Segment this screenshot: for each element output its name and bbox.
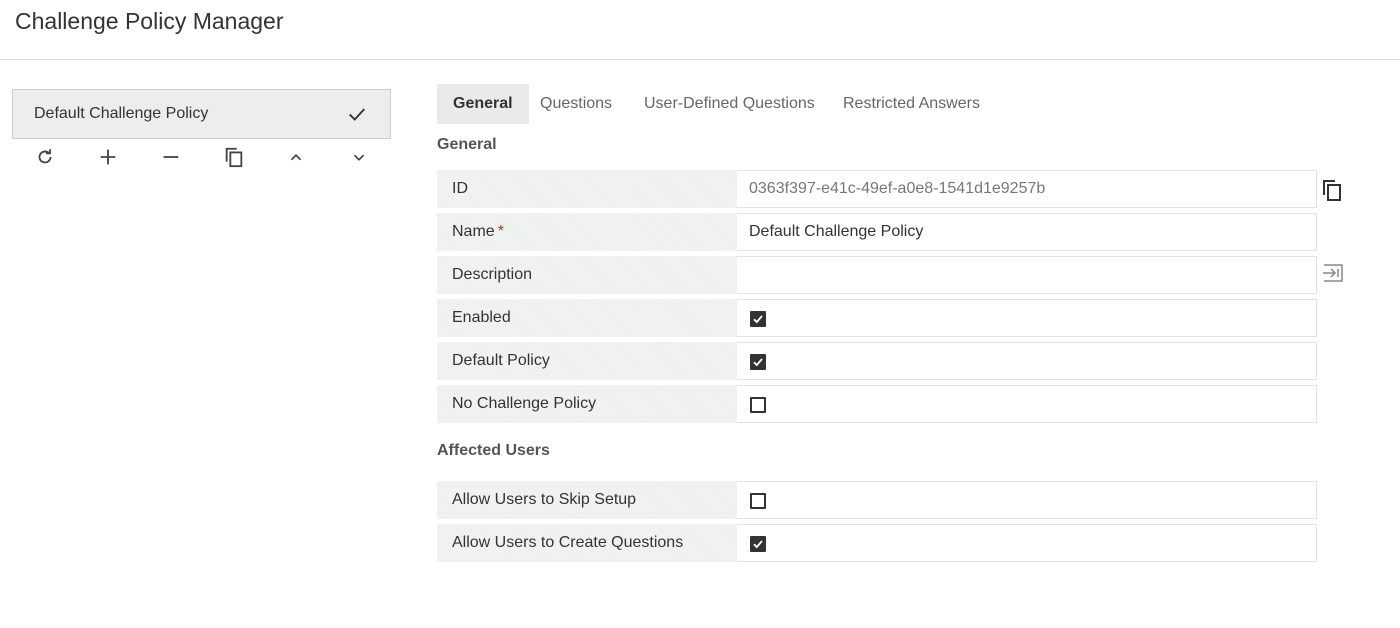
- allow-skip-setup-value-cell: [737, 481, 1317, 519]
- refresh-button[interactable]: [30, 142, 60, 172]
- copy-id-button[interactable]: [1319, 177, 1345, 203]
- copy-icon: [1323, 180, 1341, 201]
- allow-create-questions-checkbox[interactable]: [750, 536, 766, 552]
- id-value: 0363f397-e41c-49ef-a0e8-1541d1e9257b: [737, 170, 1317, 208]
- tab-user-defined-questions[interactable]: User-Defined Questions: [644, 84, 815, 124]
- description-label: Description: [437, 256, 737, 294]
- enabled-checkbox[interactable]: [750, 311, 766, 327]
- move-up-button[interactable]: [281, 142, 311, 172]
- id-row: ID 0363f397-e41c-49ef-a0e8-1541d1e9257b: [437, 170, 1317, 208]
- remove-button[interactable]: [156, 142, 186, 172]
- tab-general[interactable]: General: [437, 84, 529, 124]
- name-label-text: Name: [452, 223, 495, 240]
- name-label: Name *: [437, 213, 737, 251]
- name-field[interactable]: Default Challenge Policy: [737, 213, 1317, 251]
- copy-button[interactable]: [219, 142, 249, 172]
- allow-skip-setup-row: Allow Users to Skip Setup: [437, 481, 1317, 519]
- default-policy-value-cell: [737, 342, 1317, 380]
- allow-create-questions-row: Allow Users to Create Questions: [437, 524, 1317, 562]
- enabled-value-cell: [737, 299, 1317, 337]
- allow-skip-setup-checkbox[interactable]: [750, 493, 766, 509]
- add-icon: [100, 149, 116, 165]
- no-challenge-policy-row: No Challenge Policy: [437, 385, 1317, 423]
- checkmark-icon: [349, 108, 366, 121]
- expand-description-button[interactable]: [1320, 260, 1346, 286]
- copy-icon: [225, 147, 243, 168]
- default-policy-row: Default Policy: [437, 342, 1317, 380]
- no-challenge-policy-label: No Challenge Policy: [437, 385, 737, 423]
- default-policy-label: Default Policy: [437, 342, 737, 380]
- add-button[interactable]: [93, 142, 123, 172]
- tab-restricted-answers[interactable]: Restricted Answers: [843, 84, 980, 124]
- enabled-row: Enabled: [437, 299, 1317, 337]
- no-challenge-policy-checkbox[interactable]: [750, 397, 766, 413]
- move-down-button[interactable]: [344, 142, 374, 172]
- page-title: Challenge Policy Manager: [15, 8, 284, 34]
- check-icon: [753, 358, 763, 367]
- allow-skip-setup-label: Allow Users to Skip Setup: [437, 481, 737, 519]
- chevron-down-icon: [353, 154, 365, 161]
- description-field[interactable]: [737, 256, 1317, 294]
- description-row: Description: [437, 256, 1317, 294]
- section-title-general: General: [437, 136, 497, 153]
- list-toolbar: [13, 142, 391, 172]
- allow-create-questions-value-cell: [737, 524, 1317, 562]
- chevron-up-icon: [290, 153, 302, 161]
- policy-list-item[interactable]: Default Challenge Policy: [12, 89, 391, 139]
- no-challenge-policy-value-cell: [737, 385, 1317, 423]
- default-policy-checkbox[interactable]: [750, 354, 766, 370]
- allow-create-questions-label: Allow Users to Create Questions: [437, 524, 737, 562]
- id-label: ID: [437, 170, 737, 208]
- enabled-label: Enabled: [437, 299, 737, 337]
- policy-list-item-label: Default Challenge Policy: [34, 105, 209, 122]
- required-marker: *: [497, 223, 504, 240]
- tab-questions[interactable]: Questions: [540, 84, 612, 124]
- check-icon: [753, 315, 763, 324]
- input-arrow-icon: [1323, 264, 1343, 282]
- page-header: Challenge Policy Manager: [0, 0, 1400, 60]
- refresh-icon: [38, 149, 52, 164]
- name-row: Name * Default Challenge Policy: [437, 213, 1317, 251]
- section-title-affected-users: Affected Users: [437, 442, 550, 459]
- check-icon: [753, 540, 763, 549]
- remove-icon: [163, 156, 179, 158]
